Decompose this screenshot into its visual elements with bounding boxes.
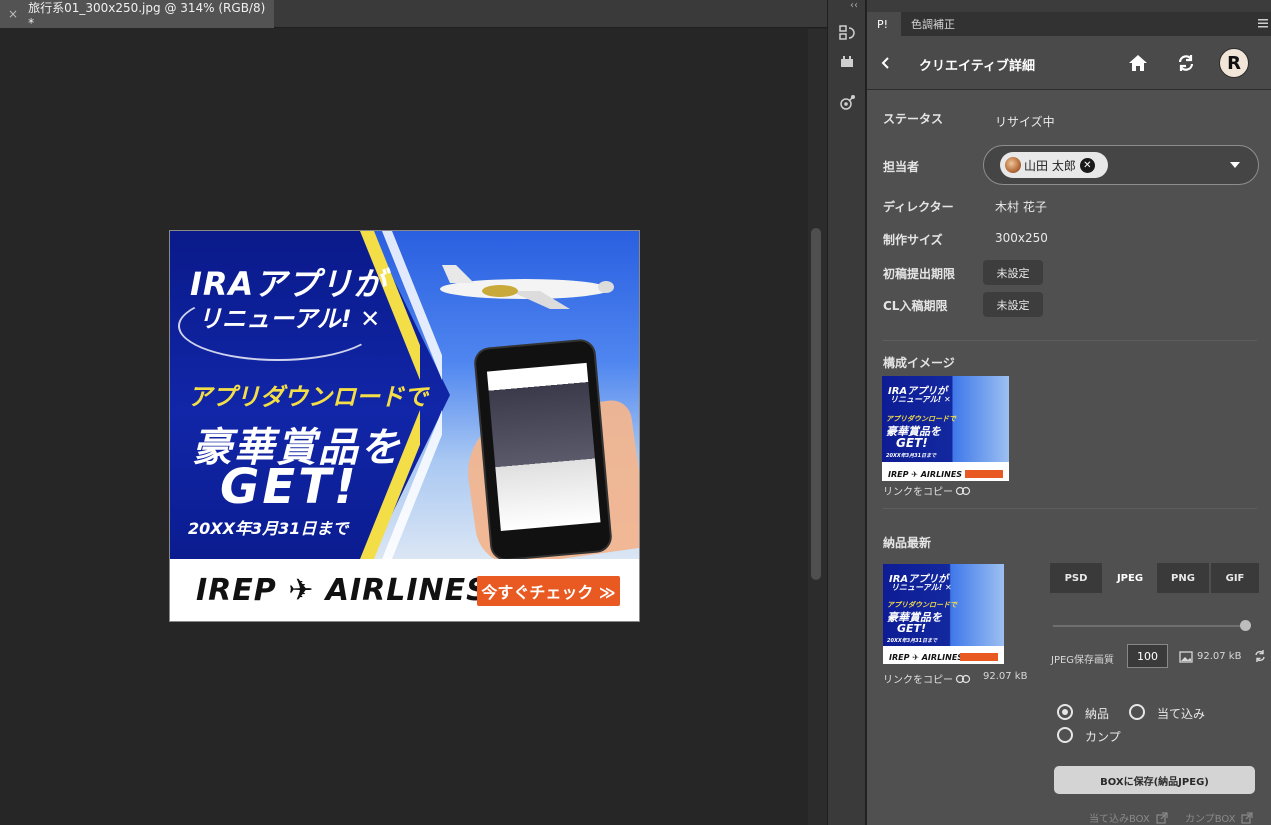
thumb-logo: IREP ✈ AIRLINES bbox=[888, 470, 963, 479]
format-jpeg-button[interactable]: JPEG bbox=[1104, 563, 1156, 593]
banner-get-line: GET! bbox=[220, 459, 359, 515]
collapse-arrows-icon[interactable]: ‹‹ bbox=[850, 0, 858, 11]
link-icon bbox=[955, 674, 971, 683]
remove-assignee-icon[interactable]: ✕ bbox=[1079, 157, 1095, 173]
panel-tab-bar: P! 色調補正 bbox=[867, 12, 1271, 36]
assignee-select[interactable]: 山田 太郎 ✕ bbox=[983, 145, 1259, 185]
link-icon bbox=[955, 486, 971, 495]
size-label: 制作サイズ bbox=[883, 233, 943, 247]
first-deadline-label: 初稿提出期限 bbox=[883, 267, 956, 281]
divider bbox=[883, 340, 1257, 341]
delivery-title: 納品最新 bbox=[883, 536, 932, 550]
size-value: 300x250 bbox=[995, 231, 1048, 245]
format-png-button[interactable]: PNG bbox=[1157, 563, 1209, 593]
app-window: × 旅行系01_300x250.jpg @ 314% (RGB/8) * IRA… bbox=[0, 0, 1271, 825]
thumb-headline-2: リニューアル! ✕ bbox=[891, 583, 952, 592]
format-gif-button[interactable]: GIF bbox=[1211, 563, 1259, 593]
director-value: 木村 花子 bbox=[995, 200, 1047, 214]
document-tab-title: 旅行系01_300x250.jpg @ 314% (RGB/8) * bbox=[28, 0, 266, 30]
image-icon bbox=[1179, 651, 1193, 663]
close-icon[interactable]: × bbox=[8, 7, 18, 21]
banner-cta-button: 今すぐチェック ≫ bbox=[477, 576, 620, 606]
page-title: クリエイティブ詳細 bbox=[919, 59, 1035, 74]
radio-mockup-fit-label: 当て込み bbox=[1157, 707, 1206, 721]
composition-title: 構成イメージ bbox=[883, 356, 955, 370]
delivery-copy-link[interactable]: リンクをコピー bbox=[883, 671, 971, 686]
quality-input[interactable]: 100 bbox=[1127, 644, 1168, 668]
plugin-panel: P! 色調補正 クリエイティブ詳細 R ステータス リサイズ中 担当者 山田 太… bbox=[866, 0, 1271, 825]
cl-deadline-label: CL入稿期限 bbox=[883, 299, 948, 313]
banner-deadline: 20XX年3月31日まで bbox=[188, 519, 349, 538]
mockup-box-link[interactable]: 当て込みBOX bbox=[1089, 810, 1168, 825]
chevron-down-icon[interactable] bbox=[1230, 162, 1240, 168]
status-label: ステータス bbox=[883, 112, 944, 126]
asset-link-icon[interactable] bbox=[836, 92, 858, 114]
delivery-thumbnail[interactable]: IRAアプリが リニューアル! ✕ アプリダウンロードで 豪華賞品を GET! … bbox=[883, 564, 1004, 664]
tab-color-adjust[interactable]: 色調補正 bbox=[901, 12, 965, 36]
thumb-deadline: 20XX年3月31日まで bbox=[886, 453, 937, 459]
mockup-box-label: 当て込みBOX bbox=[1089, 814, 1150, 825]
comp-box-link[interactable]: カンプBOX bbox=[1185, 810, 1254, 825]
banner-headline-2: リニューアル! ✕ bbox=[198, 305, 381, 333]
back-chevron-icon[interactable] bbox=[879, 54, 893, 72]
creative-detail-body: ステータス リサイズ中 担当者 山田 太郎 ✕ ディレクター 木村 花子 制作サ… bbox=[867, 90, 1271, 825]
copy-link-label: リンクをコピー bbox=[883, 487, 953, 498]
assignee-chip: 山田 太郎 ✕ bbox=[1000, 152, 1108, 178]
refresh-icon[interactable] bbox=[1253, 649, 1267, 663]
first-deadline-value[interactable]: 未設定 bbox=[983, 260, 1043, 285]
radio-comp-label: カンプ bbox=[1085, 730, 1121, 744]
output-size: 92.07 kB bbox=[1197, 651, 1242, 662]
banner-artwork: IRAアプリが リニューアル! ✕ アプリダウンロードで 豪華賞品を GET! … bbox=[169, 230, 640, 622]
tab-plugin[interactable]: P! bbox=[867, 12, 901, 36]
radio-mockup-fit[interactable] bbox=[1129, 704, 1145, 720]
panel-header: クリエイティブ詳細 R bbox=[867, 36, 1271, 90]
delivery-file-size: 92.07 kB bbox=[983, 671, 1028, 682]
smartphone-illustration bbox=[472, 338, 614, 562]
assignee-avatar bbox=[1005, 157, 1021, 173]
copy-link-label: リンクをコピー bbox=[883, 675, 953, 686]
thumb-logo: IREP ✈ AIRLINES bbox=[889, 653, 964, 662]
radio-delivery[interactable] bbox=[1057, 704, 1073, 720]
panel-menu-icon[interactable] bbox=[1258, 18, 1268, 28]
airline-logo: IREP ✈ AIRLINES bbox=[196, 573, 489, 608]
assignee-name: 山田 太郎 bbox=[1024, 158, 1076, 173]
composition-copy-link[interactable]: リンクをコピー bbox=[883, 483, 971, 498]
format-psd-button[interactable]: PSD bbox=[1050, 563, 1102, 593]
external-link-icon bbox=[1156, 811, 1168, 824]
airplane-illustration bbox=[440, 265, 614, 309]
radio-delivery-label: 納品 bbox=[1085, 707, 1110, 721]
home-icon[interactable] bbox=[1127, 52, 1149, 74]
thumb-headline-2: リニューアル! ✕ bbox=[890, 395, 951, 404]
document-tab-bar: × 旅行系01_300x250.jpg @ 314% (RGB/8) * bbox=[0, 0, 827, 30]
thumb-get: GET! bbox=[897, 622, 927, 635]
smartphone-screen bbox=[486, 362, 601, 531]
thumb-cta bbox=[960, 653, 998, 661]
divider bbox=[883, 508, 1257, 509]
history-icon[interactable] bbox=[836, 22, 858, 44]
status-value: リサイズ中 bbox=[995, 115, 1055, 129]
tools-column: ‹‹ bbox=[827, 0, 866, 825]
thumb-deadline: 20XX年3月31日まで bbox=[887, 638, 938, 644]
document-tab[interactable]: × 旅行系01_300x250.jpg @ 314% (RGB/8) * bbox=[0, 0, 274, 30]
comp-box-label: カンプBOX bbox=[1185, 814, 1236, 825]
director-label: ディレクター bbox=[883, 200, 954, 214]
thumb-get: GET! bbox=[896, 436, 928, 450]
external-link-icon bbox=[1241, 811, 1254, 824]
plugin-icon[interactable] bbox=[836, 50, 858, 72]
quality-slider[interactable] bbox=[1053, 625, 1247, 627]
user-avatar[interactable]: R bbox=[1219, 48, 1249, 78]
banner-subhead: アプリダウンロードで bbox=[188, 383, 428, 411]
quality-slider-knob[interactable] bbox=[1240, 620, 1251, 631]
cl-deadline-value[interactable]: 未設定 bbox=[983, 292, 1043, 317]
save-to-box-button[interactable]: BOXに保存(納品JPEG) bbox=[1054, 766, 1255, 794]
assignee-label: 担当者 bbox=[883, 160, 920, 174]
sync-icon[interactable] bbox=[1175, 52, 1197, 74]
radio-comp[interactable] bbox=[1057, 727, 1073, 743]
thumb-cta bbox=[965, 470, 1003, 478]
scrollbar-thumb[interactable] bbox=[811, 228, 821, 580]
composition-thumbnail[interactable]: IRAアプリが リニューアル! ✕ アプリダウンロードで 豪華賞品を GET! … bbox=[882, 376, 1009, 481]
quality-label: JPEG保存画質 bbox=[1051, 655, 1115, 666]
